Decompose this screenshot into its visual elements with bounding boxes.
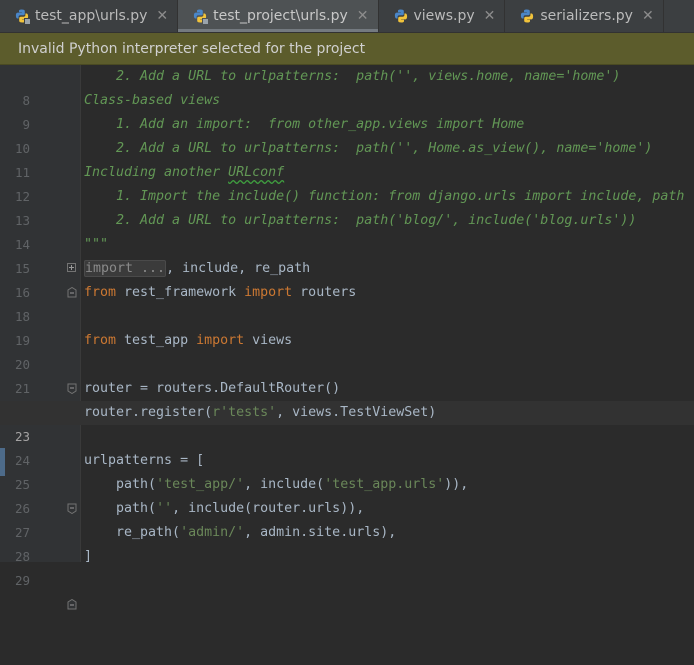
banner-text: Invalid Python interpreter selected for … (18, 41, 366, 57)
code-text: 1. Add an import: from other_app.views i… (84, 117, 525, 132)
code-text: re_path('admin/', admin.site.urls), (84, 521, 396, 545)
keyword: import (244, 285, 293, 300)
module-name: rest_framework (116, 285, 245, 300)
keyword: import (196, 333, 245, 348)
code-fragment: path( (84, 477, 157, 492)
code-text: 1. Import the include() function: from d… (84, 189, 685, 204)
code-line[interactable]: 25 urlpatterns = [ (0, 449, 694, 514)
lightbulb-icon[interactable] (94, 381, 154, 420)
close-icon[interactable]: ✕ (484, 9, 496, 23)
code-text: router.register(r'tests', views.TestView… (84, 401, 436, 425)
tab-test-app-urls[interactable]: test_app\urls.py ✕ (0, 0, 179, 32)
code-line[interactable]: 27 path('', include(router.urls)), (0, 497, 694, 540)
tab-label: views.py (413, 8, 475, 24)
code-text: Including another URLconf (84, 161, 284, 185)
tab-serializers[interactable]: serializers.py ✕ (505, 0, 664, 32)
python-file-icon (393, 8, 409, 24)
close-icon[interactable]: ✕ (357, 9, 369, 23)
code-text: 2. Add a URL to urlpatterns: path('', Ho… (84, 141, 653, 156)
code-fragment: router.register( (84, 405, 213, 420)
code-fragment: , admin.site.urls), (244, 525, 397, 540)
tab-test-project-urls[interactable]: test_project\urls.py ✕ (178, 0, 379, 32)
code-text: urlpatterns = [ (84, 453, 205, 468)
code-line[interactable]: 9 Class-based views (0, 89, 694, 132)
tab-label: test_project\urls.py (213, 8, 348, 24)
close-icon[interactable]: ✕ (642, 9, 654, 23)
code-fragment: , views.TestViewSet) (276, 405, 437, 420)
python-file-icon (14, 8, 30, 24)
comment-text: Including another (84, 165, 229, 180)
editor-tab-bar: test_app\urls.py ✕ test_project\urls.py … (0, 0, 694, 33)
code-line[interactable]: 19 (0, 305, 694, 348)
python-file-icon (192, 8, 209, 24)
tab-label: test_app\urls.py (35, 8, 148, 24)
string-literal: 'test_app.urls' (324, 477, 445, 492)
code-line[interactable]: 11 2. Add a URL to urlpatterns: path('',… (0, 137, 694, 180)
code-line[interactable]: 21 (0, 353, 694, 396)
close-icon[interactable]: ✕ (156, 9, 168, 23)
code-fragment: )), (444, 477, 469, 492)
code-fragment: path( (84, 501, 157, 516)
code-line[interactable]: 14 2. Add a URL to urlpatterns: path('bl… (0, 209, 694, 252)
code-line[interactable]: 29 ] (0, 545, 694, 610)
typo-underlined-word: URLconf (228, 165, 285, 180)
code-line[interactable]: 18 from rest_framework import routers (0, 281, 694, 324)
code-line[interactable]: 15 """ (0, 233, 694, 298)
code-text: path('test_app/', include('test_app.urls… (84, 473, 468, 497)
python-file-icon (519, 8, 535, 24)
code-line[interactable]: 22 router = routers.DefaultRouter() (0, 377, 694, 420)
string-literal: 'test_app/' (156, 477, 245, 492)
string-literal: '' (156, 501, 173, 516)
code-text: ] (84, 549, 93, 564)
fold-start-icon[interactable] (67, 335, 77, 394)
code-editor[interactable]: 8 2. Add a URL to urlpatterns: path('', … (0, 65, 694, 610)
import-name: views (244, 333, 293, 348)
interpreter-warning-banner: Invalid Python interpreter selected for … (0, 33, 694, 65)
keyword: from (84, 333, 117, 348)
code-line[interactable]: 12 Including another URLconf (0, 161, 694, 204)
code-line[interactable]: 16 import ..., include, re_path (0, 257, 694, 300)
code-fragment: re_path( (84, 525, 181, 540)
code-fragment: , include( (244, 477, 325, 492)
import-name: routers (292, 285, 357, 300)
code-text: """ (84, 237, 109, 252)
code-line[interactable]: 24 (0, 425, 694, 468)
fold-start-icon[interactable] (67, 455, 77, 514)
fold-end-icon[interactable] (67, 551, 77, 610)
code-line[interactable]: 20 from test_app import views (0, 329, 694, 394)
code-line[interactable]: 28 re_path('admin/', admin.site.urls), (0, 521, 694, 564)
tab-views[interactable]: views.py ✕ (379, 0, 506, 32)
code-text: router = routers.DefaultRouter() (84, 381, 341, 396)
tab-label: serializers.py (540, 8, 633, 24)
code-text: Class-based views (84, 93, 221, 108)
code-text: 2. Add a URL to urlpatterns: path('', vi… (84, 69, 621, 84)
string-literal: r'tests' (212, 405, 277, 420)
code-line[interactable]: 13 1. Import the include() function: fro… (0, 185, 694, 228)
code-text: 2. Add a URL to urlpatterns: path('blog/… (84, 213, 637, 228)
fold-end-icon[interactable] (67, 239, 77, 298)
code-line-current[interactable]: 23 router.register(r'tests', views.TestV… (0, 401, 694, 444)
code-fragment: , include(router.urls)), (172, 501, 365, 516)
string-literal: 'admin/' (180, 525, 245, 540)
code-fragment: , include, re_path (166, 261, 311, 276)
code-text: from test_app import views (84, 329, 292, 353)
code-text: import ..., include, re_path (84, 257, 310, 281)
keyword: from (84, 285, 117, 300)
line-number: 29 (14, 573, 30, 588)
code-text: from rest_framework import routers (84, 281, 356, 305)
expand-fold-icon[interactable] (67, 263, 76, 272)
code-text: path('', include(router.urls)), (84, 497, 364, 521)
folded-imports[interactable]: import ... (84, 260, 167, 277)
tab-bar-empty-area (664, 0, 694, 32)
code-line[interactable]: 26 path('test_app/', include('test_app.u… (0, 473, 694, 516)
code-line[interactable]: 10 1. Add an import: from other_app.view… (0, 113, 694, 156)
module-name: test_app (116, 333, 197, 348)
code-line[interactable]: 8 2. Add a URL to urlpatterns: path('', … (0, 65, 694, 108)
